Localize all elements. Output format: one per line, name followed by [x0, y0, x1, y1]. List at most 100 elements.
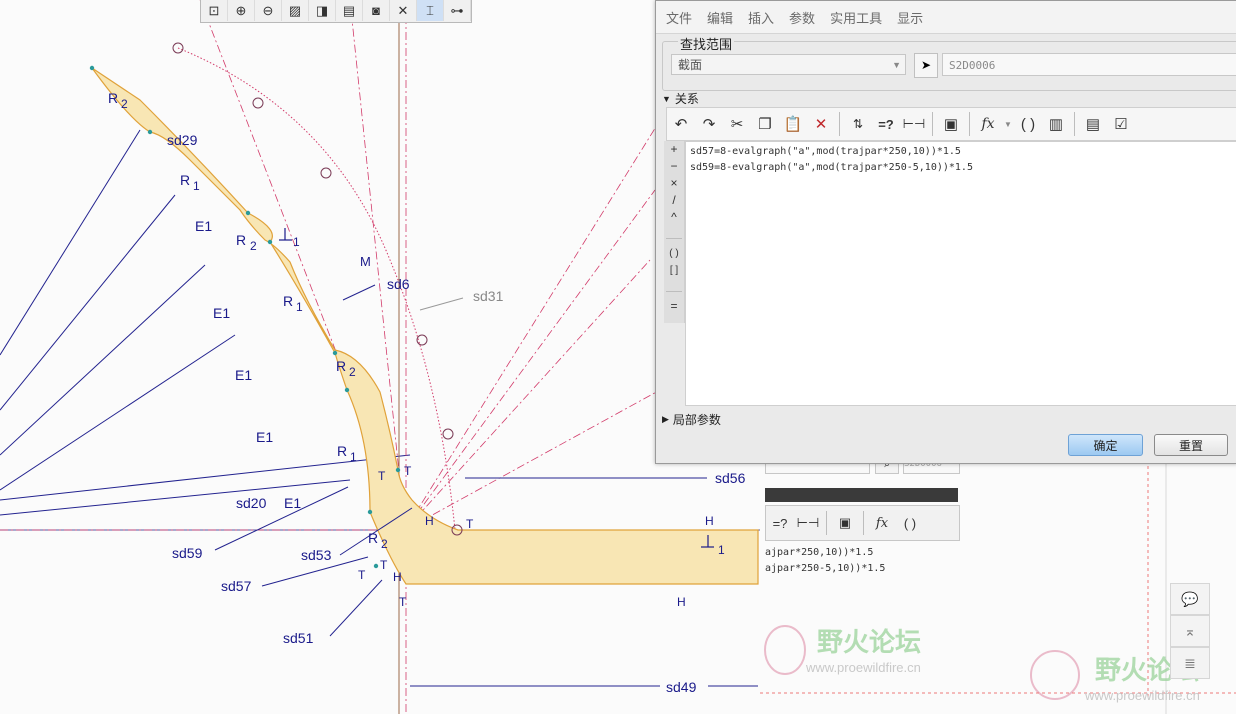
local-params-section-header[interactable]: ▶ 局部参数 — [662, 411, 721, 428]
repaint-icon[interactable]: ▨ — [282, 0, 309, 21]
measure-icon[interactable]: ⊢⊣ — [900, 111, 928, 137]
dim-sd49[interactable]: sd49 — [666, 679, 697, 695]
radius-mark: R — [108, 90, 118, 106]
dim-sd51[interactable]: sd51 — [283, 630, 314, 646]
watermark-title: 野火论坛 — [817, 627, 922, 657]
lookup-label: 查找范围 — [678, 34, 735, 53]
midpoint-mark: M — [360, 254, 371, 269]
zoom-in-icon[interactable]: ⊕ — [228, 0, 255, 21]
cursor-arrow-icon: ➤ — [920, 58, 932, 72]
zoom-fit-icon[interactable]: ⊡ — [201, 0, 228, 21]
horizontal-mark: H — [425, 514, 434, 528]
verify-relations-icon[interactable]: ☑ — [1107, 111, 1135, 137]
horizontal-mark: H — [677, 595, 686, 609]
constraint-display-icon[interactable]: ⊶ — [444, 0, 471, 21]
verify-icon[interactable]: =? — [872, 111, 900, 137]
dimension-radials — [0, 129, 411, 516]
undo-icon[interactable]: ↶ — [667, 111, 695, 137]
dialog-menubar: 文件 编辑 插入 参数 实用工具 显示 — [656, 1, 1236, 34]
dim-sd20[interactable]: sd20 — [236, 495, 267, 511]
equal-mark: E1 — [235, 367, 252, 383]
watermark-url: www.proewildfire.cn — [1085, 688, 1200, 703]
menu-parameters[interactable]: 参数 — [789, 8, 815, 27]
radius-mark: R — [283, 293, 293, 309]
delete-icon[interactable]: ✕ — [807, 111, 835, 137]
copy-icon[interactable]: ❐ — [751, 111, 779, 137]
cut-icon[interactable]: ✂ — [723, 111, 751, 137]
guide-arc — [177, 47, 456, 531]
select-arrow-button[interactable]: ➤ — [914, 53, 938, 78]
radius-mark: 1 — [193, 179, 200, 193]
tangent-mark: T — [380, 558, 388, 572]
radius-mark: R — [337, 443, 347, 459]
dim-sd57[interactable]: sd57 — [221, 578, 252, 594]
relation-line: sd59=8-evalgraph("a",mod(trajpar*250-5,1… — [690, 162, 973, 173]
radius-mark: R — [180, 172, 190, 188]
divide-operator[interactable]: / — [672, 192, 675, 209]
display-style-icon[interactable]: ◨ — [309, 0, 336, 21]
horizontal-mark: H — [393, 570, 402, 584]
redo-icon[interactable]: ↷ — [695, 111, 723, 137]
tangent-mark: T — [466, 517, 474, 531]
menu-utilities[interactable]: 实用工具 — [830, 8, 882, 27]
equal-mark: E1 — [213, 305, 230, 321]
plus-operator[interactable]: + — [670, 141, 677, 158]
menu-insert[interactable]: 插入 — [748, 8, 774, 27]
equal-mark: E1 — [256, 429, 273, 445]
brackets-operator[interactable]: [ ] — [670, 262, 678, 279]
named-view-icon[interactable]: ▤ — [336, 0, 363, 21]
tangent-mark: T — [358, 568, 366, 582]
horizontal-mark: H — [705, 514, 714, 528]
dim-sd53[interactable]: sd53 — [301, 547, 332, 563]
menu-edit[interactable]: 编辑 — [707, 8, 733, 27]
dim-sd29[interactable]: sd29 — [167, 132, 198, 148]
collapse-icon[interactable]: ≣ — [1170, 647, 1210, 679]
datum-display-icon[interactable]: ✕ — [390, 0, 417, 21]
background-relations-dialog: ⌕ S2D0006 =? ⊢⊣ ▣ fx ( ) ajpar*250,10))*… — [765, 458, 960, 583]
chevron-down-icon: ▼ — [892, 60, 901, 70]
lookup-type-select[interactable]: 截面 ▼ — [671, 54, 906, 75]
sketch-display-icon[interactable]: ⌶ — [417, 0, 444, 21]
equal-mark: E1 — [284, 495, 301, 511]
watermark-url: www.proewildfire.cn — [806, 660, 921, 675]
dim-sd31[interactable]: sd31 — [473, 288, 504, 304]
radius-mark: 1 — [296, 300, 303, 314]
back-to-top-icon[interactable]: ⌅ — [1170, 615, 1210, 647]
switch-dims-icon[interactable]: ⇅ — [844, 111, 872, 137]
equal-mark: E1 — [195, 218, 212, 234]
menu-file[interactable]: 文件 — [666, 8, 692, 27]
reset-button[interactable]: 重置 — [1154, 434, 1228, 456]
zoom-out-icon[interactable]: ⊖ — [255, 0, 282, 21]
relations-label: 关系 — [674, 92, 699, 106]
background-code-line: ajpar*250,10))*1.5 — [765, 547, 874, 558]
collapse-triangle-icon: ▼ — [662, 93, 671, 104]
radius-mark: 2 — [121, 97, 128, 111]
paste-icon[interactable]: 📋 — [779, 111, 807, 137]
lookup-name-field[interactable]: S2D0006 — [942, 53, 1236, 76]
comment-icon[interactable]: 💬 — [1170, 583, 1210, 615]
insert-icon[interactable]: ▤ — [1079, 111, 1107, 137]
multiply-operator[interactable]: × — [670, 175, 677, 192]
sort-icon[interactable]: ▣ — [937, 111, 965, 137]
relations-section-header[interactable]: ▼ 关系 — [662, 90, 699, 107]
local-params-label: 局部参数 — [672, 413, 721, 427]
dim-sd56[interactable]: sd56 — [715, 470, 746, 486]
function-icon[interactable]: fx — [974, 111, 1002, 137]
radius-mark: R — [236, 232, 246, 248]
power-operator[interactable]: ^ — [671, 209, 677, 226]
menu-show[interactable]: 显示 — [897, 8, 923, 27]
eval-icon[interactable]: ▥ — [1042, 111, 1070, 137]
relations-editor[interactable]: sd57=8-evalgraph("a",mod(trajpar*250,10)… — [685, 141, 1236, 406]
function-dropdown-icon[interactable]: ▼ — [1002, 111, 1014, 137]
relations-dialog: 文件 编辑 插入 参数 实用工具 显示 查找范围 截面 ▼ ➤ S2D0006 … — [655, 0, 1236, 464]
dim-sd59[interactable]: sd59 — [172, 545, 203, 561]
dim-sd6[interactable]: sd6 — [387, 276, 410, 292]
saved-views-icon[interactable]: ◙ — [363, 0, 390, 21]
minus-operator[interactable]: − — [670, 158, 677, 175]
parentheses-operator[interactable]: ( ) — [669, 245, 678, 262]
operator-column: + − × / ^ ( ) [ ] = — [664, 141, 685, 323]
parentheses-icon[interactable]: ( ) — [1014, 111, 1042, 137]
tangent-mark: T — [404, 464, 412, 478]
equals-operator[interactable]: = — [670, 298, 677, 315]
ok-button[interactable]: 确定 — [1068, 434, 1143, 456]
